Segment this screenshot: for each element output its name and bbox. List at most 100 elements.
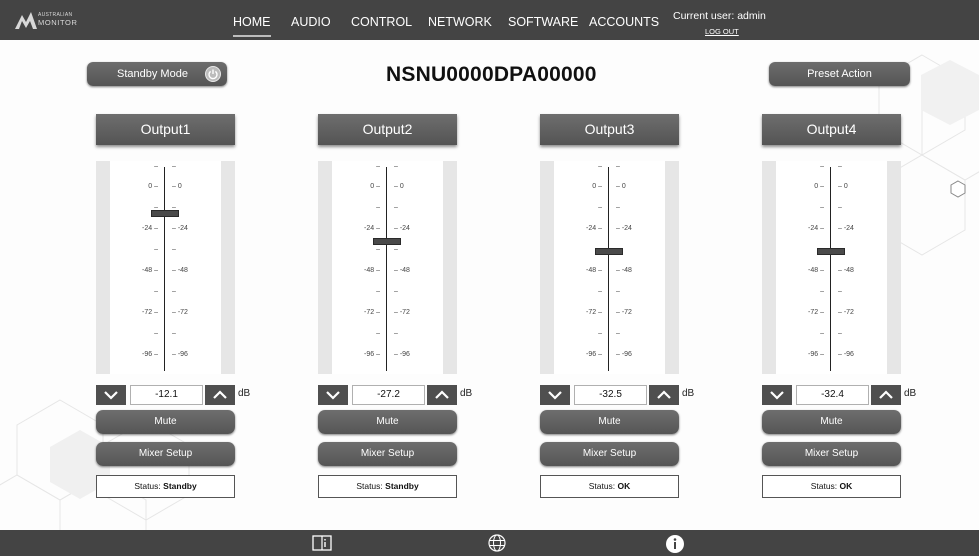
scale-tick-left: – — [154, 330, 158, 337]
mixer-setup-button[interactable]: Mixer Setup — [318, 442, 457, 466]
scale-tick-left: -48 – — [142, 267, 158, 274]
scale-tick-right: – -96 — [616, 351, 632, 358]
volume-up-button[interactable] — [427, 385, 457, 405]
status-indicator: Status: Standby — [318, 475, 457, 498]
output-name-button[interactable]: Output1 — [96, 114, 235, 145]
volume-value-field[interactable]: -32.5 — [574, 385, 647, 405]
scale-tick-left: – — [376, 163, 380, 170]
volume-up-button[interactable] — [649, 385, 679, 405]
scale-tick-left: -72 – — [364, 309, 380, 316]
device-name-title: NSNU0000DPA00000 — [386, 63, 597, 86]
scale-tick-left: – — [598, 288, 602, 295]
scale-tick-left: – — [820, 163, 824, 170]
fader-panel: – – 0 – – 0 – – -24 – – -24 – – -48 – – -48 – – -72 – –… — [540, 161, 679, 374]
output-name-button[interactable]: Output4 — [762, 114, 901, 145]
standby-mode-label: Standby Mode — [117, 68, 188, 80]
page: AUSTRALIAN MONITOR HOME AUDIO CONTROL NE… — [0, 0, 979, 556]
mixer-setup-button[interactable]: Mixer Setup — [762, 442, 901, 466]
fader-handle[interactable] — [151, 209, 179, 217]
scale-tick-left: – — [154, 246, 158, 253]
scale-tick-right: – -48 — [394, 267, 410, 274]
scale-tick-right: – -96 — [394, 351, 410, 358]
volume-value-field[interactable]: -32.4 — [796, 385, 869, 405]
scale-tick-right: – — [838, 204, 842, 211]
volume-down-button[interactable] — [96, 385, 126, 405]
fader-track — [608, 167, 609, 371]
mixer-setup-button[interactable]: Mixer Setup — [96, 442, 235, 466]
volume-up-button[interactable] — [871, 385, 901, 405]
scale-tick-left: -96 – — [586, 351, 602, 358]
fader-track — [164, 167, 165, 371]
nav-accounts[interactable]: ACCOUNTS — [589, 15, 659, 29]
info-icon[interactable] — [665, 534, 685, 556]
fader-handle[interactable] — [595, 248, 623, 256]
scale-tick-left: – — [376, 288, 380, 295]
fader-handle[interactable] — [373, 238, 401, 245]
volume-down-button[interactable] — [540, 385, 570, 405]
scale-tick-right: – — [172, 330, 176, 337]
scale-tick-right: – 0 — [616, 183, 626, 190]
standby-mode-button[interactable]: Standby Mode — [87, 62, 227, 86]
fader-rail-right — [665, 161, 679, 374]
output-name-button[interactable]: Output2 — [318, 114, 457, 145]
volume-down-button[interactable] — [762, 385, 792, 405]
fader-rail-left — [318, 161, 332, 374]
scale-tick-left: 0 – — [814, 183, 824, 190]
status-indicator: Status: OK — [540, 475, 679, 498]
scale-tick-right: – -24 — [394, 225, 410, 232]
nav-audio[interactable]: AUDIO — [291, 15, 331, 29]
scale-tick-left: -24 – — [142, 225, 158, 232]
unit-label: dB — [238, 388, 251, 399]
volume-value-field[interactable]: -12.1 — [130, 385, 203, 405]
mixer-setup-button[interactable]: Mixer Setup — [540, 442, 679, 466]
status-value: Standby — [163, 481, 197, 491]
status-value: OK — [839, 481, 853, 491]
mute-button[interactable]: Mute — [762, 410, 901, 434]
scale-tick-right: – — [838, 330, 842, 337]
volume-up-button[interactable] — [205, 385, 235, 405]
chevron-down-icon — [548, 391, 562, 400]
scale-tick-left: -48 – — [586, 267, 602, 274]
scale-tick-right: – 0 — [838, 183, 848, 190]
scale-tick-left: – — [598, 330, 602, 337]
nav-software[interactable]: SOFTWARE — [508, 15, 578, 29]
scale-tick-right: – — [616, 288, 620, 295]
scale-tick-left: – — [376, 246, 380, 253]
output-name-button[interactable]: Output3 — [540, 114, 679, 145]
logout-link[interactable]: LOG OUT — [705, 27, 739, 36]
volume-down-button[interactable] — [318, 385, 348, 405]
volume-value-field[interactable]: -27.2 — [352, 385, 425, 405]
scale-tick-left: – — [376, 330, 380, 337]
nav-home[interactable]: HOME — [233, 15, 271, 37]
scale-tick-left: -48 – — [808, 267, 824, 274]
chevron-up-icon — [879, 390, 893, 399]
mute-button[interactable]: Mute — [96, 410, 235, 434]
nav-control[interactable]: CONTROL — [351, 15, 412, 29]
scale-tick-right: – 0 — [172, 183, 182, 190]
scale-tick-right: – -72 — [172, 309, 188, 316]
australian-monitor-logo[interactable]: AUSTRALIAN MONITOR — [14, 9, 84, 31]
scale-tick-left: 0 – — [370, 183, 380, 190]
top-navigation-bar: AUSTRALIAN MONITOR HOME AUDIO CONTROL NE… — [0, 0, 979, 40]
scale-tick-left: -24 – — [808, 225, 824, 232]
scale-tick-left: – — [154, 163, 158, 170]
unit-label: dB — [682, 388, 695, 399]
nav-network[interactable]: NETWORK — [428, 15, 492, 29]
scale-tick-left: -48 – — [364, 267, 380, 274]
scale-tick-right: – -72 — [616, 309, 632, 316]
current-user-label: Current user: admin — [673, 10, 766, 22]
scale-tick-right: – — [394, 288, 398, 295]
scale-tick-left: – — [154, 288, 158, 295]
network-globe-icon[interactable] — [487, 534, 507, 556]
mute-button[interactable]: Mute — [318, 410, 457, 434]
manual-book-icon[interactable] — [311, 534, 333, 556]
chevron-up-icon — [213, 390, 227, 399]
scale-tick-left: – — [820, 288, 824, 295]
fader-panel: – – 0 – – 0 – – -24 – – -24 – – -48 – – -48 – – -72 – –… — [762, 161, 901, 374]
fader-handle[interactable] — [817, 247, 845, 255]
mute-button[interactable]: Mute — [540, 410, 679, 434]
fader-track — [386, 167, 387, 371]
scale-tick-left: 0 – — [592, 183, 602, 190]
scale-tick-right: – -48 — [616, 267, 632, 274]
preset-action-button[interactable]: Preset Action — [769, 62, 910, 86]
